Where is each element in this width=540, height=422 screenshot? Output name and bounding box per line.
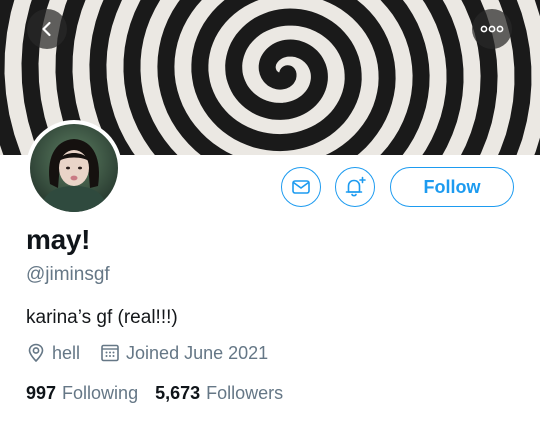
more-options-button[interactable] xyxy=(472,9,512,49)
message-button[interactable] xyxy=(281,167,321,207)
follow-stats: 997 Following 5,673 Followers xyxy=(26,381,283,405)
followers-link[interactable]: 5,673 Followers xyxy=(155,383,283,404)
profile-bio: karina’s gf (real!!!) xyxy=(26,307,178,328)
bell-plus-icon xyxy=(345,176,366,197)
join-date: Joined June 2021 xyxy=(100,343,268,364)
display-name: may! xyxy=(26,224,91,255)
avatar-image xyxy=(30,124,118,212)
following-link[interactable]: 997 Following xyxy=(26,383,138,404)
more-horizontal-icon xyxy=(480,25,504,33)
following-count: 997 xyxy=(26,382,57,403)
back-button[interactable] xyxy=(27,9,67,49)
mail-icon xyxy=(292,180,310,194)
profile-meta: hell Joined June 2021 xyxy=(26,341,268,365)
chevron-left-icon xyxy=(42,21,51,37)
follow-button[interactable]: Follow xyxy=(390,167,514,207)
notifications-button[interactable] xyxy=(335,167,375,207)
location-text: hell xyxy=(52,342,81,363)
username-handle: @jiminsgf xyxy=(26,264,110,285)
followers-label: Followers xyxy=(206,382,284,403)
followers-count: 5,673 xyxy=(155,382,201,403)
calendar-icon xyxy=(101,344,119,362)
avatar[interactable] xyxy=(26,120,122,216)
location: hell xyxy=(26,343,80,364)
join-date-text: Joined June 2021 xyxy=(126,342,269,363)
location-pin-icon xyxy=(28,343,44,362)
following-label: Following xyxy=(62,382,139,403)
